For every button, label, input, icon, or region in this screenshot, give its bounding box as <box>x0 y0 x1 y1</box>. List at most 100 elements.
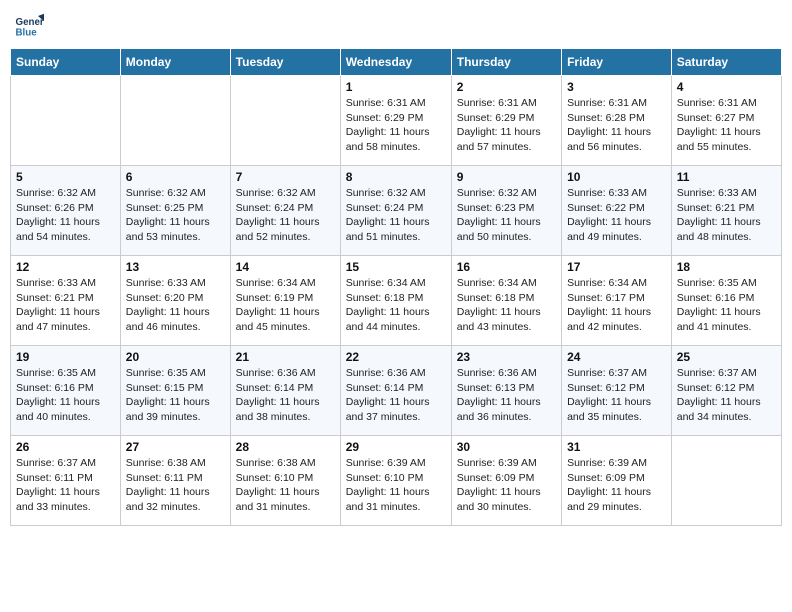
calendar-header-friday: Friday <box>562 49 672 76</box>
day-number: 23 <box>457 350 556 364</box>
calendar-header-sunday: Sunday <box>11 49 121 76</box>
day-number: 3 <box>567 80 666 94</box>
logo: General Blue <box>14 10 46 40</box>
day-info: Sunrise: 6:37 AM Sunset: 6:12 PM Dayligh… <box>567 366 666 425</box>
day-number: 28 <box>236 440 335 454</box>
calendar-cell: 11 Sunrise: 6:33 AM Sunset: 6:21 PM Dayli… <box>671 166 781 256</box>
day-number: 13 <box>126 260 225 274</box>
calendar-cell: 25Sunrise: 6:37 AM Sunset: 6:12 PM Dayli… <box>671 346 781 436</box>
day-info: Sunrise: 6:33 AM Sunset: 6:21 PM Dayligh… <box>677 186 776 245</box>
calendar-cell: 5 Sunrise: 6:32 AM Sunset: 6:26 PM Daylig… <box>11 166 121 256</box>
day-info: Sunrise: 6:32 AM Sunset: 6:25 PM Dayligh… <box>126 186 225 245</box>
calendar-cell: 22 Sunrise: 6:36 AM Sunset: 6:14 PM Dayli… <box>340 346 451 436</box>
day-info: Sunrise: 6:32 AM Sunset: 6:26 PM Dayligh… <box>16 186 115 245</box>
calendar-cell: 10Sunrise: 6:33 AM Sunset: 6:22 PM Dayli… <box>562 166 672 256</box>
day-info: Sunrise: 6:36 AM Sunset: 6:14 PM Dayligh… <box>346 366 446 425</box>
day-info: Sunrise: 6:35 AM Sunset: 6:16 PM Dayligh… <box>16 366 115 425</box>
day-info: Sunrise: 6:31 AM Sunset: 6:27 PM Dayligh… <box>677 96 776 155</box>
day-info: Sunrise: 6:37 AM Sunset: 6:12 PM Dayligh… <box>677 366 776 425</box>
day-number: 22 <box>346 350 446 364</box>
day-number: 20 <box>126 350 225 364</box>
day-info: Sunrise: 6:34 AM Sunset: 6:17 PM Dayligh… <box>567 276 666 335</box>
day-number: 19 <box>16 350 115 364</box>
calendar-cell: 16Sunrise: 6:34 AM Sunset: 6:18 PM Dayli… <box>451 256 561 346</box>
day-info: Sunrise: 6:32 AM Sunset: 6:23 PM Dayligh… <box>457 186 556 245</box>
day-number: 21 <box>236 350 335 364</box>
calendar-cell: 6 Sunrise: 6:32 AM Sunset: 6:25 PM Daylig… <box>120 166 230 256</box>
calendar-cell: 30 Sunrise: 6:39 AM Sunset: 6:09 PM Dayli… <box>451 436 561 526</box>
day-info: Sunrise: 6:33 AM Sunset: 6:21 PM Dayligh… <box>16 276 115 335</box>
day-number: 11 <box>677 170 776 184</box>
day-number: 9 <box>457 170 556 184</box>
day-info: Sunrise: 6:32 AM Sunset: 6:24 PM Dayligh… <box>236 186 335 245</box>
calendar-cell: 28Sunrise: 6:38 AM Sunset: 6:10 PM Dayli… <box>230 436 340 526</box>
day-info: Sunrise: 6:35 AM Sunset: 6:15 PM Dayligh… <box>126 366 225 425</box>
day-number: 5 <box>16 170 115 184</box>
calendar-cell <box>120 76 230 166</box>
day-info: Sunrise: 6:34 AM Sunset: 6:18 PM Dayligh… <box>457 276 556 335</box>
day-info: Sunrise: 6:39 AM Sunset: 6:10 PM Dayligh… <box>346 456 446 515</box>
calendar-cell: 21 Sunrise: 6:36 AM Sunset: 6:14 PM Dayli… <box>230 346 340 436</box>
calendar-cell: 19 Sunrise: 6:35 AM Sunset: 6:16 PM Dayli… <box>11 346 121 436</box>
day-info: Sunrise: 6:31 AM Sunset: 6:29 PM Dayligh… <box>346 96 446 155</box>
day-number: 8 <box>346 170 446 184</box>
calendar-cell: 14Sunrise: 6:34 AM Sunset: 6:19 PM Dayli… <box>230 256 340 346</box>
calendar-cell: 31 Sunrise: 6:39 AM Sunset: 6:09 PM Dayli… <box>562 436 672 526</box>
day-number: 6 <box>126 170 225 184</box>
day-info: Sunrise: 6:39 AM Sunset: 6:09 PM Dayligh… <box>457 456 556 515</box>
calendar-header-thursday: Thursday <box>451 49 561 76</box>
svg-text:General: General <box>16 17 45 28</box>
calendar-header-row: SundayMondayTuesdayWednesdayThursdayFrid… <box>11 49 782 76</box>
day-info: Sunrise: 6:34 AM Sunset: 6:18 PM Dayligh… <box>346 276 446 335</box>
calendar-header-wednesday: Wednesday <box>340 49 451 76</box>
calendar-week-3: 12 Sunrise: 6:33 AM Sunset: 6:21 PM Dayli… <box>11 256 782 346</box>
calendar-header-tuesday: Tuesday <box>230 49 340 76</box>
day-number: 10 <box>567 170 666 184</box>
day-info: Sunrise: 6:31 AM Sunset: 6:29 PM Dayligh… <box>457 96 556 155</box>
calendar-header-saturday: Saturday <box>671 49 781 76</box>
day-info: Sunrise: 6:36 AM Sunset: 6:14 PM Dayligh… <box>236 366 335 425</box>
day-number: 30 <box>457 440 556 454</box>
logo-icon: General Blue <box>14 10 44 40</box>
day-number: 31 <box>567 440 666 454</box>
calendar-cell <box>671 436 781 526</box>
day-number: 2 <box>457 80 556 94</box>
calendar-cell: 24Sunrise: 6:37 AM Sunset: 6:12 PM Dayli… <box>562 346 672 436</box>
calendar-cell: 8 Sunrise: 6:32 AM Sunset: 6:24 PM Daylig… <box>340 166 451 256</box>
calendar-cell <box>11 76 121 166</box>
calendar-cell: 23 Sunrise: 6:36 AM Sunset: 6:13 PM Dayli… <box>451 346 561 436</box>
calendar-cell <box>230 76 340 166</box>
day-info: Sunrise: 6:32 AM Sunset: 6:24 PM Dayligh… <box>346 186 446 245</box>
day-number: 12 <box>16 260 115 274</box>
calendar-cell: 26Sunrise: 6:37 AM Sunset: 6:11 PM Dayli… <box>11 436 121 526</box>
day-number: 18 <box>677 260 776 274</box>
calendar-cell: 18 Sunrise: 6:35 AM Sunset: 6:16 PM Dayli… <box>671 256 781 346</box>
day-info: Sunrise: 6:39 AM Sunset: 6:09 PM Dayligh… <box>567 456 666 515</box>
calendar-week-2: 5 Sunrise: 6:32 AM Sunset: 6:26 PM Daylig… <box>11 166 782 256</box>
calendar-cell: 12 Sunrise: 6:33 AM Sunset: 6:21 PM Dayli… <box>11 256 121 346</box>
calendar-header-monday: Monday <box>120 49 230 76</box>
calendar-week-5: 26Sunrise: 6:37 AM Sunset: 6:11 PM Dayli… <box>11 436 782 526</box>
page-header: General Blue <box>10 10 782 40</box>
svg-text:Blue: Blue <box>16 28 38 39</box>
calendar-week-1: 1 Sunrise: 6:31 AM Sunset: 6:29 PM Daylig… <box>11 76 782 166</box>
calendar-cell: 29 Sunrise: 6:39 AM Sunset: 6:10 PM Dayli… <box>340 436 451 526</box>
day-number: 1 <box>346 80 446 94</box>
day-info: Sunrise: 6:35 AM Sunset: 6:16 PM Dayligh… <box>677 276 776 335</box>
calendar-cell: 15 Sunrise: 6:34 AM Sunset: 6:18 PM Dayli… <box>340 256 451 346</box>
calendar-cell: 2 Sunrise: 6:31 AM Sunset: 6:29 PM Daylig… <box>451 76 561 166</box>
day-number: 29 <box>346 440 446 454</box>
calendar-cell: 7Sunrise: 6:32 AM Sunset: 6:24 PM Daylig… <box>230 166 340 256</box>
day-info: Sunrise: 6:36 AM Sunset: 6:13 PM Dayligh… <box>457 366 556 425</box>
day-info: Sunrise: 6:38 AM Sunset: 6:11 PM Dayligh… <box>126 456 225 515</box>
day-number: 17 <box>567 260 666 274</box>
day-number: 15 <box>346 260 446 274</box>
calendar-cell: 17 Sunrise: 6:34 AM Sunset: 6:17 PM Dayli… <box>562 256 672 346</box>
calendar-week-4: 19 Sunrise: 6:35 AM Sunset: 6:16 PM Dayli… <box>11 346 782 436</box>
calendar-cell: 9 Sunrise: 6:32 AM Sunset: 6:23 PM Daylig… <box>451 166 561 256</box>
calendar-table: SundayMondayTuesdayWednesdayThursdayFrid… <box>10 48 782 526</box>
day-info: Sunrise: 6:37 AM Sunset: 6:11 PM Dayligh… <box>16 456 115 515</box>
calendar-cell: 1 Sunrise: 6:31 AM Sunset: 6:29 PM Daylig… <box>340 76 451 166</box>
day-number: 27 <box>126 440 225 454</box>
day-info: Sunrise: 6:31 AM Sunset: 6:28 PM Dayligh… <box>567 96 666 155</box>
